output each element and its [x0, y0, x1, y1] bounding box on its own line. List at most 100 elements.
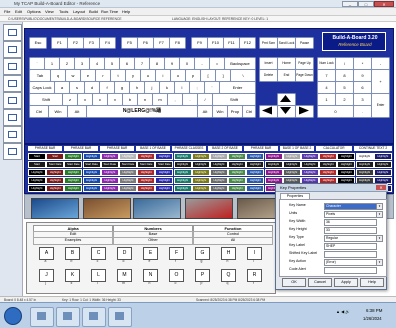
cell-row5-3[interactable]: Highlight — [64, 185, 83, 192]
phrase-bar-3[interactable]: PHRASE BAR — [100, 146, 134, 151]
cell-row5-8[interactable]: Highlight — [155, 185, 174, 192]
cell-row5-12[interactable]: Highlight — [228, 185, 247, 192]
picture-lake[interactable] — [133, 198, 181, 219]
key-f10[interactable]: F10 — [207, 37, 224, 49]
cell-row3-5[interactable]: Highlight — [100, 169, 119, 176]
cell-row1-9[interactable]: Highlight — [173, 153, 192, 160]
menu-edit[interactable]: Edit — [15, 9, 22, 14]
cell-row2-12[interactable]: Highlight — [228, 161, 247, 168]
menu-run-time[interactable]: Run Time — [101, 9, 118, 14]
cell-row2-11[interactable]: Highlight — [210, 161, 228, 168]
phrase-bar-10[interactable]: CONTINUE TEXT 2 — [354, 146, 392, 151]
text-tool-icon[interactable] — [3, 58, 22, 75]
cell-row1-15[interactable]: Highlight — [282, 153, 301, 160]
cell-row2-4[interactable]: Start Date — [82, 161, 101, 168]
key-spacebar[interactable]: N@LERG@!%踊 — [86, 105, 198, 118]
sub-other[interactable]: Other — [113, 237, 193, 245]
key-ctrl-right[interactable]: Ctrl — [242, 105, 256, 118]
key-action-select[interactable]: (Error) — [324, 259, 377, 266]
phrase-bar-2[interactable]: PHRASE BAR — [64, 146, 98, 151]
cell-row4-2[interactable]: Highlight — [46, 177, 65, 184]
cell-row3-3[interactable]: Highlight — [64, 169, 83, 176]
units-select[interactable]: Pixels — [324, 211, 377, 218]
key-win-right[interactable]: Win — [212, 105, 228, 118]
cell-row3-6[interactable]: Highlight — [119, 169, 137, 176]
phrase-bar-8[interactable]: BASE 1 OF BASE 2 — [280, 146, 314, 151]
code-alert-input[interactable] — [324, 267, 377, 274]
cell-row3-17[interactable]: Highlight — [319, 169, 338, 176]
cell-row4-11[interactable]: Highlight — [210, 177, 228, 184]
key-f3[interactable]: F3 — [83, 37, 100, 49]
key-name-select[interactable]: Character — [324, 203, 377, 210]
cell-row3-15[interactable]: Highlight — [282, 169, 301, 176]
cell-row2-20[interactable]: Highlight — [373, 161, 392, 168]
cell-row3-13[interactable]: Highlight — [246, 169, 265, 176]
shifted-key-label-input[interactable] — [324, 251, 377, 258]
cell-row3-18[interactable]: Highlight — [337, 169, 356, 176]
key-f5[interactable]: F5 — [121, 37, 138, 49]
cell-row5-7[interactable]: Highlight — [137, 185, 156, 192]
cell-row2-2[interactable]: Start Date — [46, 161, 65, 168]
zoom-tool-icon[interactable] — [3, 143, 22, 160]
key-alt-left[interactable]: Alt — [67, 105, 87, 118]
phrase-bar-7[interactable]: PHRASE BAR — [244, 146, 278, 151]
cell-row4-6[interactable]: Highlight — [119, 177, 137, 184]
cell-row1-10[interactable]: Highlight — [191, 153, 210, 160]
chevron-down-icon[interactable]: ▾ — [376, 259, 383, 266]
cell-row1-3[interactable]: Highlight — [64, 153, 83, 160]
picture-stop-sign[interactable] — [185, 198, 233, 219]
taskbar-app-icon[interactable] — [82, 307, 106, 327]
cell-row2-7[interactable]: Start Date — [137, 161, 156, 168]
key-num-0[interactable]: 0 — [317, 105, 354, 118]
start-button-icon[interactable] — [4, 307, 22, 325]
picture-aquarium[interactable] — [31, 198, 79, 219]
key-f1[interactable]: F1 — [51, 37, 68, 49]
cell-row3-16[interactable]: Highlight — [301, 169, 319, 176]
picture-tool-icon[interactable] — [3, 75, 22, 92]
cell-row2-8[interactable]: Start Date — [155, 161, 174, 168]
cell-row2-16[interactable]: Highlight — [301, 161, 319, 168]
maximize-button[interactable]: □ — [358, 1, 374, 7]
key-f11[interactable]: F11 — [223, 37, 240, 49]
cell-row3-10[interactable]: Highlight — [191, 169, 210, 176]
key-esc[interactable]: Esc — [29, 37, 47, 49]
key-f9[interactable]: F9 — [191, 37, 208, 49]
cell-row2-13[interactable]: Highlight — [246, 161, 265, 168]
minimize-button[interactable]: – — [342, 1, 358, 7]
key-width-input[interactable]: 36 — [324, 219, 377, 226]
taskbar-media-icon[interactable] — [56, 307, 80, 327]
cell-row5-13[interactable]: Highlight — [246, 185, 265, 192]
help-button[interactable]: Help — [360, 278, 384, 287]
cell-row4-5[interactable]: Highlight — [100, 177, 119, 184]
group-tool-icon[interactable] — [3, 126, 22, 143]
cell-row1-1[interactable]: Start — [28, 153, 46, 160]
cell-row3-20[interactable]: Highlight — [373, 169, 392, 176]
cell-row1-8[interactable]: Highlight — [155, 153, 174, 160]
cell-row4-12[interactable]: Highlight — [228, 177, 247, 184]
cell-row4-10[interactable]: Highlight — [191, 177, 210, 184]
cell-row1-5[interactable]: Highlight — [100, 153, 119, 160]
ok-button[interactable]: OK — [282, 278, 306, 287]
key-type-select[interactable]: Regular — [324, 235, 377, 242]
cell-row1-6[interactable]: Highlight — [119, 153, 137, 160]
dialog-close-button[interactable]: ✕ — [376, 185, 386, 190]
key-f7[interactable]: F7 — [153, 37, 170, 49]
cell-row2-3[interactable]: Start Date — [64, 161, 83, 168]
key-down-arrow[interactable] — [277, 105, 296, 118]
menu-tools[interactable]: Tools — [59, 9, 68, 14]
cell-row1-2[interactable]: Start — [46, 153, 65, 160]
menu-options[interactable]: Options — [27, 9, 41, 14]
cell-row5-6[interactable]: Highlight — [119, 185, 137, 192]
menu-build[interactable]: Build — [89, 9, 98, 14]
key-f4[interactable]: F4 — [99, 37, 116, 49]
chevron-down-icon[interactable]: ▾ — [376, 211, 383, 218]
phrase-bar-6[interactable]: BASE 2 OF BASE — [208, 146, 242, 151]
cell-row4-7[interactable]: Highlight — [137, 177, 156, 184]
cancel-button[interactable]: Cancel — [308, 278, 332, 287]
cell-row1-11[interactable]: Highlight — [210, 153, 228, 160]
cell-row4-9[interactable]: Highlight — [173, 177, 192, 184]
picture-colosseum[interactable] — [83, 198, 131, 219]
key-f2[interactable]: F2 — [67, 37, 84, 49]
cell-row4-3[interactable]: Highlight — [64, 177, 83, 184]
key-right-arrow[interactable] — [295, 105, 314, 118]
